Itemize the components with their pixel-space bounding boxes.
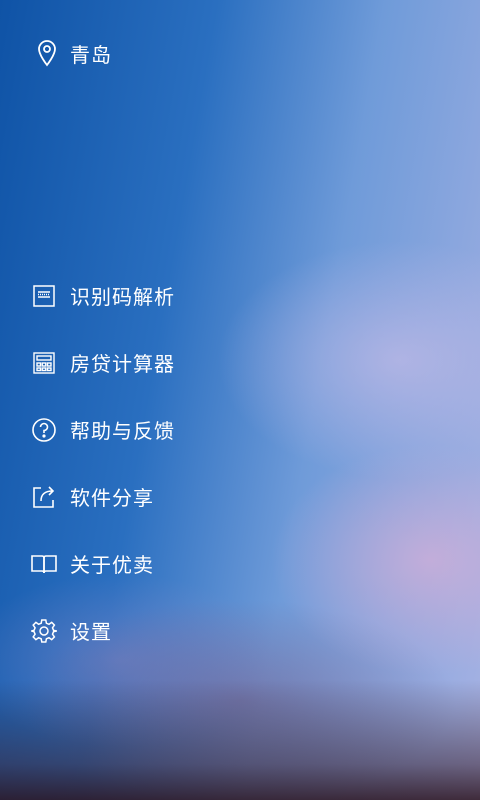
share-icon <box>30 483 58 511</box>
menu-item-label: 房贷计算器 <box>70 352 175 376</box>
side-menu: 识别码解析 房贷计算器 帮助与反馈 软件分享 关于优卖 设置 <box>30 262 175 664</box>
menu-item-label: 关于优卖 <box>70 553 154 577</box>
background-shade <box>0 680 480 800</box>
location-selector[interactable]: 青岛 <box>34 36 112 70</box>
menu-item-label: 识别码解析 <box>70 285 175 309</box>
menu-item-help-feedback[interactable]: 帮助与反馈 <box>30 396 175 463</box>
help-icon <box>30 416 58 444</box>
menu-item-about[interactable]: 关于优卖 <box>30 530 175 597</box>
location-city: 青岛 <box>70 42 112 67</box>
barcode-scan-icon <box>30 282 58 310</box>
location-pin-icon <box>34 38 60 68</box>
menu-item-settings[interactable]: 设置 <box>30 597 175 664</box>
menu-item-mortgage-calculator[interactable]: 房贷计算器 <box>30 329 175 396</box>
menu-item-label: 软件分享 <box>70 486 154 510</box>
book-icon <box>30 550 58 578</box>
menu-item-label: 设置 <box>70 620 112 644</box>
calculator-icon <box>30 349 58 377</box>
menu-item-share[interactable]: 软件分享 <box>30 463 175 530</box>
menu-item-barcode[interactable]: 识别码解析 <box>30 262 175 329</box>
menu-item-label: 帮助与反馈 <box>70 419 175 443</box>
gear-icon <box>30 617 58 645</box>
